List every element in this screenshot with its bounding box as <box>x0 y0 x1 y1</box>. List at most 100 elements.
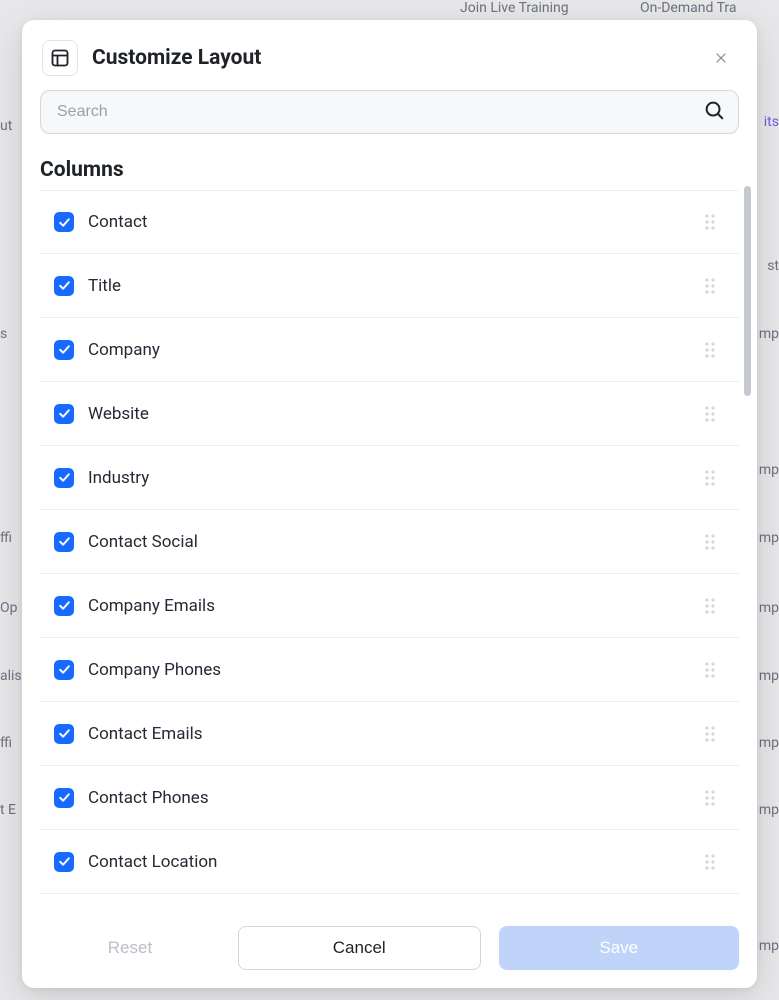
bg-left-frag: Op <box>0 600 18 616</box>
drag-handle[interactable] <box>701 788 719 808</box>
drag-handle[interactable] <box>701 212 719 232</box>
drag-handle-icon <box>704 277 716 295</box>
column-label: Contact Emails <box>88 724 687 744</box>
bg-right-frag: mp <box>759 668 779 684</box>
drag-handle-icon <box>704 853 716 871</box>
customize-layout-modal: Customize Layout Columns Contact Title Com… <box>22 20 757 988</box>
check-icon <box>58 599 71 612</box>
check-icon <box>58 279 71 292</box>
bg-left-frag: s <box>0 326 7 342</box>
drag-handle-icon <box>704 597 716 615</box>
close-button[interactable] <box>709 46 733 70</box>
column-row: Website <box>40 382 739 446</box>
bg-left-frag: ffi <box>0 735 12 751</box>
column-checkbox[interactable] <box>54 788 74 808</box>
bg-left-frag: ut <box>0 118 12 134</box>
column-row: Company <box>40 318 739 382</box>
modal-footer: Reset Cancel Save <box>22 912 757 988</box>
drag-handle-icon <box>704 341 716 359</box>
check-icon <box>58 663 71 676</box>
drag-handle[interactable] <box>701 724 719 744</box>
column-checkbox[interactable] <box>54 340 74 360</box>
column-row: Company Phones <box>40 638 739 702</box>
check-icon <box>58 535 71 548</box>
drag-handle[interactable] <box>701 468 719 488</box>
bg-left-frag: t E <box>0 802 16 818</box>
column-label: Company Emails <box>88 596 687 616</box>
column-label: Website <box>88 404 687 424</box>
reset-button[interactable]: Reset <box>40 926 220 970</box>
layout-icon <box>42 40 78 76</box>
column-checkbox[interactable] <box>54 852 74 872</box>
drag-handle-icon <box>704 405 716 423</box>
drag-handle[interactable] <box>701 660 719 680</box>
column-checkbox[interactable] <box>54 404 74 424</box>
close-icon <box>714 51 728 65</box>
check-icon <box>58 471 71 484</box>
column-label: Contact Location <box>88 852 687 872</box>
column-checkbox[interactable] <box>54 660 74 680</box>
bg-right-frag: mp <box>759 938 779 954</box>
bg-right-frag: mp <box>759 600 779 616</box>
column-row: Title <box>40 254 739 318</box>
search-input[interactable] <box>40 90 739 134</box>
modal-header: Customize Layout <box>22 20 757 90</box>
column-row: Contact Location <box>40 830 739 894</box>
drag-handle-icon <box>704 469 716 487</box>
drag-handle[interactable] <box>701 596 719 616</box>
scrollbar-thumb[interactable] <box>744 186 751 396</box>
drag-handle-icon <box>704 533 716 551</box>
bg-left-frag: ffi <box>0 530 12 546</box>
check-icon <box>58 855 71 868</box>
check-icon <box>58 343 71 356</box>
column-row: Contact Emails <box>40 702 739 766</box>
column-checkbox[interactable] <box>54 724 74 744</box>
drag-handle[interactable] <box>701 276 719 296</box>
check-icon <box>58 791 71 804</box>
column-label: Contact <box>88 212 687 232</box>
bg-right-frag: mp <box>759 735 779 751</box>
column-checkbox[interactable] <box>54 276 74 296</box>
bg-right-frag: its <box>764 114 779 130</box>
column-checkbox[interactable] <box>54 212 74 232</box>
columns-heading: Columns <box>40 152 739 190</box>
column-row: Contact <box>40 190 739 254</box>
bg-top-link-1: Join Live Training <box>460 0 569 16</box>
column-row: Contact Phones <box>40 766 739 830</box>
cancel-button[interactable]: Cancel <box>238 926 481 970</box>
drag-handle[interactable] <box>701 404 719 424</box>
column-label: Contact Phones <box>88 788 687 808</box>
check-icon <box>58 407 71 420</box>
drag-handle-icon <box>704 661 716 679</box>
drag-handle-icon <box>704 725 716 743</box>
column-checkbox[interactable] <box>54 532 74 552</box>
column-checkbox[interactable] <box>54 596 74 616</box>
search-icon <box>703 99 725 125</box>
column-row: Contact Social <box>40 510 739 574</box>
check-icon <box>58 727 71 740</box>
column-label: Company <box>88 340 687 360</box>
search-field-wrap <box>40 90 739 134</box>
column-row: Company Emails <box>40 574 739 638</box>
bg-top-link-2: On-Demand Tra <box>640 0 737 16</box>
bg-right-frag: mp <box>759 530 779 546</box>
bg-right-frag: mp <box>759 462 779 478</box>
columns-section: Columns Contact Title Company Website Indust… <box>22 152 757 912</box>
drag-handle[interactable] <box>701 532 719 552</box>
check-icon <box>58 216 71 229</box>
modal-title: Customize Layout <box>92 46 695 70</box>
drag-handle[interactable] <box>701 340 719 360</box>
bg-right-frag: mp <box>759 326 779 342</box>
column-checkbox[interactable] <box>54 468 74 488</box>
columns-list: Contact Title Company Website Industry Contac… <box>40 190 739 894</box>
column-label: Title <box>88 276 687 296</box>
bg-right-frag: mp <box>759 802 779 818</box>
column-row: Industry <box>40 446 739 510</box>
column-label: Industry <box>88 468 687 488</box>
drag-handle-icon <box>704 789 716 807</box>
save-button[interactable]: Save <box>499 926 740 970</box>
drag-handle[interactable] <box>701 852 719 872</box>
column-label: Company Phones <box>88 660 687 680</box>
column-label: Contact Social <box>88 532 687 552</box>
bg-right-frag: st <box>767 258 779 274</box>
